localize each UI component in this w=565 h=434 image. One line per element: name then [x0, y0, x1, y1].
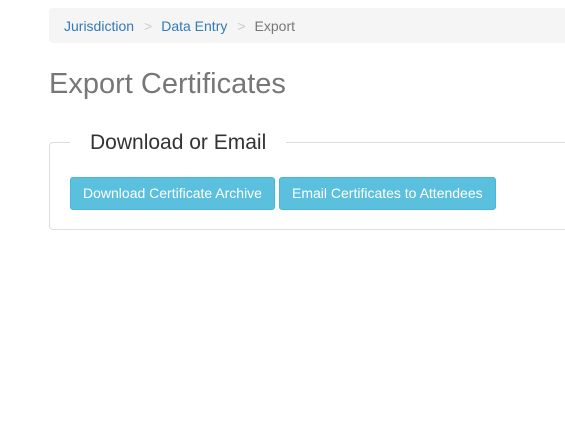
breadcrumb-current: Export: [254, 17, 296, 34]
breadcrumb-separator: >: [237, 17, 246, 34]
breadcrumb-link-jurisdiction[interactable]: Jurisdiction: [64, 16, 134, 36]
fieldset-legend: Download or Email: [70, 129, 287, 157]
email-certificates-button[interactable]: Email Certificates to Attendees: [278, 177, 496, 210]
download-certificate-archive-button[interactable]: Download Certificate Archive: [70, 177, 275, 210]
breadcrumb: Jurisdiction > Data Entry > Export: [49, 8, 565, 43]
action-buttons: Download Certificate Archive Email Certi…: [70, 177, 496, 210]
page-title: Export Certificates: [49, 68, 286, 100]
page: Jurisdiction > Data Entry > Export Expor…: [0, 0, 565, 434]
download-email-fieldset: Download or Email Download Certificate A…: [49, 129, 565, 230]
breadcrumb-separator: >: [144, 17, 153, 34]
breadcrumb-link-data-entry[interactable]: Data Entry: [161, 16, 227, 36]
